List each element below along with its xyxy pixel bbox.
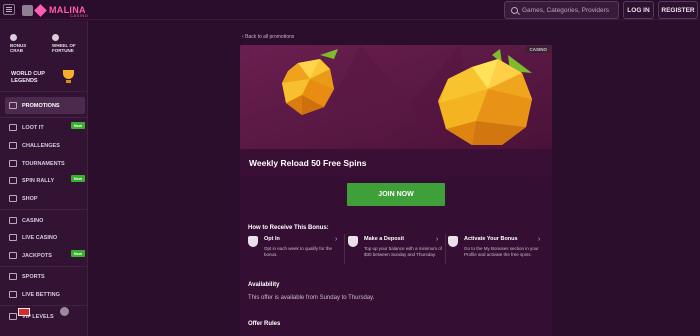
quick-link-label: FORTUNE [52, 48, 74, 53]
menu-icon[interactable] [3, 4, 15, 15]
join-now-button[interactable]: JOIN NOW [347, 183, 445, 206]
sidebar-item-shop[interactable]: SHOP [5, 190, 85, 207]
sidebar-item-promotions[interactable]: PROMOTIONS [5, 97, 85, 114]
promo-title: Weekly Reload 50 Free Spins [240, 149, 552, 177]
back-link[interactable]: ‹ Back to all promotions [242, 34, 294, 40]
divider [0, 305, 88, 306]
quick-link-label: CRAB [10, 48, 23, 53]
sidebar-item-live-casino[interactable]: LIVE CASINO [5, 229, 85, 246]
sidebar: BONUS CRAB WHEEL OF FORTUNE WORLD CUP LE… [0, 21, 88, 336]
sidebar-item-sports[interactable]: SPORTS [5, 268, 85, 285]
search-box[interactable] [504, 1, 619, 19]
step-description: Go to the My Bonuses section in your Pro… [464, 246, 539, 257]
divider [0, 209, 88, 210]
casino-tag-badge: CASINO [526, 46, 550, 53]
gem-icon [34, 3, 47, 17]
step-description: Opt in each week to qualify for the bonu… [264, 246, 333, 257]
trophy-icon [9, 160, 17, 167]
chevron-right-icon: › [335, 236, 338, 243]
language-flag-icon[interactable] [18, 308, 30, 316]
login-button[interactable]: LOG IN [623, 1, 654, 19]
how-to-receive-heading: How to Receive This Bonus: [248, 225, 329, 231]
shield-icon [348, 236, 358, 247]
divider [0, 117, 88, 118]
sidebar-item-label: TOURNAMENTS [22, 160, 65, 167]
availability-heading: Availability [248, 282, 280, 288]
search-icon [511, 6, 518, 14]
live-icon [9, 291, 17, 298]
logo[interactable]: MALINA CASINO [22, 3, 89, 18]
sidebar-item-label: LOOT IT [22, 124, 44, 131]
sidebar-item-label: LIVE CASINO [22, 234, 58, 241]
gift-icon [9, 102, 17, 109]
sidebar-item-label: SHOP [22, 195, 38, 202]
brand-sub: CASINO [70, 13, 89, 18]
availability-text: This offer is available from Sunday to T… [248, 295, 375, 301]
sidebar-item-label: SPORTS [22, 273, 45, 280]
top-bar: MALINA CASINO LOG IN REGISTER [0, 0, 700, 20]
ball-icon [9, 273, 17, 280]
step-title: Activate Your Bonus [464, 236, 518, 242]
sidebar-item-casino[interactable]: CASINO [5, 212, 85, 229]
sidebar-item-tournaments[interactable]: TOURNAMENTS [5, 155, 85, 172]
new-badge: New [70, 175, 85, 182]
search-input[interactable] [522, 6, 617, 14]
new-badge: New [70, 250, 85, 257]
step-title: Make a Deposit [364, 236, 405, 242]
divider [445, 234, 446, 264]
shield-icon [248, 236, 258, 247]
crown-icon [9, 313, 17, 320]
sidebar-item-label: SPIN RALLY [22, 177, 55, 184]
divider [344, 234, 345, 264]
chest-icon [9, 124, 17, 131]
divider [0, 266, 88, 267]
quick-link-bonus-crab[interactable]: BONUS CRAB [10, 34, 26, 53]
chevron-right-icon: › [436, 236, 439, 243]
sidebar-item-jackpots[interactable]: JACKPOTS New [5, 247, 85, 264]
back-link-label: Back to all promotions [245, 34, 295, 40]
help-icon[interactable] [60, 307, 69, 316]
sidebar-item-label: PROMOTIONS [22, 102, 60, 109]
crab-icon [10, 34, 17, 41]
chevron-right-icon: › [538, 236, 541, 243]
jackpot-icon [9, 252, 17, 259]
sidebar-item-label: JACKPOTS [22, 252, 52, 259]
step-description: Top up your balance with a minimum of $3… [364, 246, 443, 257]
flag-icon [9, 177, 17, 184]
world-cup-label: WORLD CUP [11, 71, 45, 77]
quick-link-wheel-of-fortune[interactable]: WHEEL OF FORTUNE [52, 34, 76, 53]
cart-icon [9, 195, 17, 202]
sidebar-item-spin-rally[interactable]: SPIN RALLY New [5, 172, 85, 189]
world-cup-label: LEGENDS [11, 78, 38, 84]
new-badge: New [70, 122, 85, 129]
sidebar-item-vip-levels[interactable]: VIP LEVELS [5, 308, 85, 325]
sidebar-item-challenges[interactable]: CHALLENGES [5, 137, 85, 154]
lemons-illustration [240, 45, 552, 149]
register-button[interactable]: REGISTER [658, 1, 698, 19]
chip-icon [9, 234, 17, 241]
wheel-icon [52, 34, 59, 41]
offer-rules-heading: Offer Rules [248, 321, 281, 327]
sidebar-item-loot-it[interactable]: LOOT IT New [5, 119, 85, 136]
sidebar-item-label: LIVE BETTING [22, 291, 60, 298]
target-icon [9, 142, 17, 149]
logo-mark-icon [22, 4, 33, 16]
shield-icon [448, 236, 458, 247]
step-title: Opt In [264, 236, 280, 242]
trophy-icon [63, 70, 74, 84]
sidebar-item-label: CHALLENGES [22, 142, 60, 149]
world-cup-legends-link[interactable]: WORLD CUP LEGENDS [11, 71, 45, 85]
sidebar-item-label: CASINO [22, 217, 44, 224]
scrollbar[interactable] [696, 21, 699, 336]
cards-icon [9, 217, 17, 224]
divider [0, 91, 88, 92]
sidebar-item-live-betting[interactable]: LIVE BETTING [5, 286, 85, 303]
promo-hero-image: CASINO [240, 45, 552, 149]
